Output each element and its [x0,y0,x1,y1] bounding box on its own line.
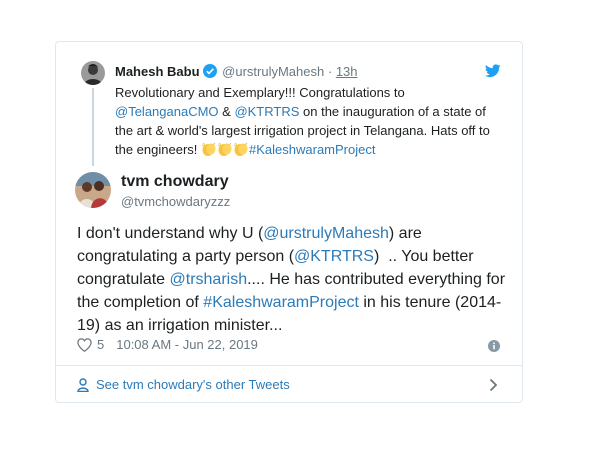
reply-avatar[interactable] [75,172,111,208]
reply-tweet-text: I don't understand why U (@urstrulyMahes… [77,222,507,337]
heart-icon[interactable] [77,337,92,352]
person-outline-icon [77,377,89,392]
tweet-timestamp[interactable]: 10:08 AM - Jun 22, 2019 [116,337,258,352]
see-more-label: See tvm chowdary's other Tweets [96,377,290,392]
parent-tweet-text: Revolutionary and Exemplary!!! Congratul… [115,83,495,162]
verified-badge-icon [202,64,217,82]
twitter-logo-icon[interactable] [484,64,501,83]
parent-avatar[interactable] [81,61,105,85]
reply-author-name[interactable]: tvm chowdary [121,173,229,191]
hashtag-kaleshwaramproject[interactable]: #KaleshwaramProject [249,142,375,157]
reply-text-segment: I don't understand why U ( [77,225,264,242]
card-divider [56,365,522,366]
separator-dot: · [327,64,333,79]
clapping-hands-emoji-icon [217,142,233,162]
hashtag-kaleshwaramproject-reply[interactable]: #KaleshwaramProject [203,294,359,311]
parent-text-segment: Revolutionary and Exemplary!!! Congratul… [115,85,405,100]
tweet-meta-row: 5 10:08 AM - Jun 22, 2019 [77,337,258,352]
clapping-hands-emoji-icon [201,142,217,162]
clapping-hands-emoji-icon [233,142,249,162]
chevron-right-icon[interactable] [489,378,498,397]
reply-author-handle[interactable]: @tvmchowdaryzzz [121,194,230,209]
mention-urstrulymahesh[interactable]: @urstrulyMahesh [263,225,389,242]
thread-connector-line [92,88,94,166]
parent-text-segment: & [218,104,235,119]
see-more-tweets-link[interactable]: See tvm chowdary's other Tweets [77,377,290,392]
parent-tweet-header: Mahesh Babu @urstrulyMahesh · 13h [115,64,358,82]
info-circle-icon[interactable] [488,339,500,357]
like-count[interactable]: 5 [97,337,104,352]
mention-trsharish[interactable]: @trsharish [170,271,248,288]
mention-ktrtrs-reply[interactable]: @KTRTRS [294,248,374,265]
parent-author-handle[interactable]: @urstrulyMahesh [222,64,324,79]
parent-author-name[interactable]: Mahesh Babu [115,64,200,79]
parent-tweet-time[interactable]: 13h [336,64,358,79]
mention-telanganacmo[interactable]: @TelanganaCMO [115,104,219,119]
mention-ktrtrs[interactable]: @KTRTRS [234,104,299,119]
